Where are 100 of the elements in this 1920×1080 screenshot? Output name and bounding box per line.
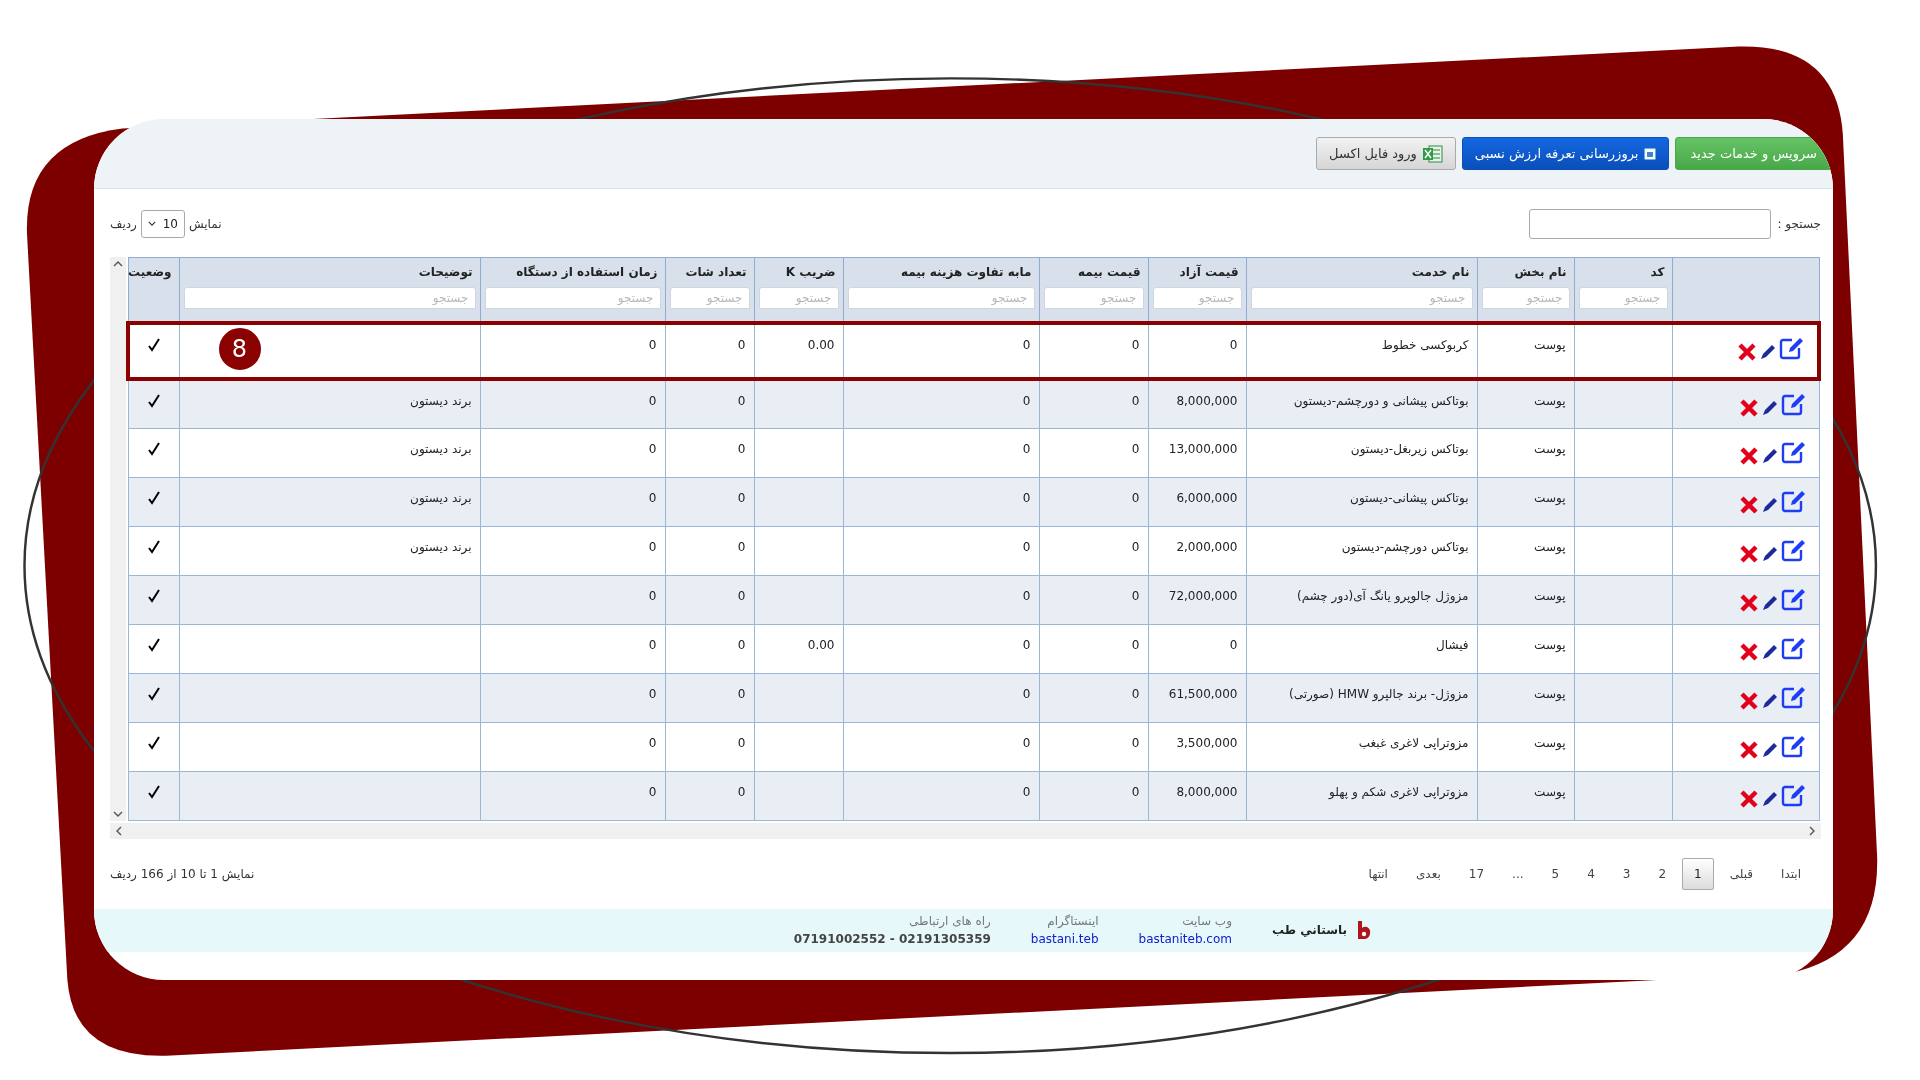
scroll-down-icon[interactable]: [113, 810, 123, 817]
delete-icon[interactable]: [1738, 494, 1759, 515]
edit-icon[interactable]: [1780, 635, 1807, 660]
page-link[interactable]: 2: [1646, 857, 1679, 890]
column-header[interactable]: نام بخش: [1481, 262, 1570, 279]
page-size-select[interactable]: 10: [140, 209, 185, 238]
table-cell: پوست: [1534, 490, 1566, 505]
table-cell: 0: [1131, 539, 1140, 554]
table-cell: 0: [648, 394, 657, 408]
caret-icon: [147, 221, 156, 226]
pencil-icon[interactable]: [1760, 344, 1776, 360]
pencil-icon[interactable]: [1761, 447, 1778, 464]
scroll-left-icon[interactable]: [116, 825, 122, 836]
delete-icon[interactable]: [1738, 739, 1759, 760]
column-filter-field[interactable]: جستجو: [1043, 287, 1144, 309]
edit-icon[interactable]: [1780, 782, 1807, 807]
column-filter-field[interactable]: جستجو: [1481, 287, 1570, 309]
edit-icon[interactable]: [1780, 586, 1807, 611]
delete-icon[interactable]: [1737, 342, 1757, 362]
table-cell: 0: [1131, 686, 1140, 701]
edit-icon[interactable]: [1780, 537, 1807, 562]
search-label: جستجو :: [1777, 216, 1821, 231]
page-link[interactable]: قبلی: [1717, 857, 1766, 890]
pencil-icon[interactable]: [1761, 496, 1778, 513]
pencil-icon[interactable]: [1761, 643, 1778, 660]
pencil-icon[interactable]: [1761, 790, 1778, 807]
pencil-icon[interactable]: [1761, 545, 1778, 562]
footer-link[interactable]: bastani.teb: [1030, 932, 1099, 946]
excel-import-button[interactable]: ورود فایل اکسل: [1316, 137, 1456, 170]
column-header[interactable]: نام خدمت: [1250, 262, 1473, 279]
pencil-icon[interactable]: [1761, 400, 1778, 416]
column-filter-field[interactable]: جستجو: [1152, 287, 1242, 309]
page-link[interactable]: 1: [1682, 857, 1714, 890]
table-cell: 0: [1022, 490, 1031, 505]
vertical-scrollbar[interactable]: [110, 257, 126, 821]
column-filter-field[interactable]: جستجو: [1578, 287, 1668, 309]
brand-name: باستاني طب: [1271, 923, 1347, 937]
column-header[interactable]: تعداد شات: [669, 262, 750, 279]
page-link[interactable]: انتها: [1356, 857, 1400, 890]
table-cell: پوست: [1534, 441, 1566, 456]
table-cell: 6,000,000: [1176, 490, 1238, 505]
page-link[interactable]: بعدی: [1403, 857, 1453, 890]
pencil-icon[interactable]: [1761, 594, 1778, 611]
delete-icon[interactable]: [1738, 543, 1759, 564]
spreadsheet-icon: [1422, 144, 1443, 163]
page-link[interactable]: ...: [1500, 857, 1536, 890]
column-header[interactable]: مابه تفاوت هزینه بیمه: [847, 262, 1035, 279]
table-cell: مزوژل- برند جالپرو HMW (صورتی): [1289, 686, 1469, 701]
page-size-label: نمایش: [188, 216, 222, 231]
pencil-icon[interactable]: [1761, 741, 1778, 758]
page-link[interactable]: 4: [1575, 857, 1607, 890]
delete-icon[interactable]: [1738, 445, 1759, 466]
pencil-icon[interactable]: [1761, 692, 1778, 709]
column-header[interactable]: قیمت بیمه: [1043, 262, 1144, 279]
delete-icon[interactable]: [1738, 592, 1759, 613]
table-cell: 0: [1022, 441, 1031, 456]
column-header[interactable]: قیمت آزاد: [1152, 262, 1242, 279]
table-icon: [1644, 147, 1657, 160]
table-cell: برند دیستون: [410, 441, 472, 456]
column-header[interactable]: توضیحات: [183, 262, 476, 279]
delete-icon[interactable]: [1738, 641, 1759, 662]
page-link[interactable]: 17: [1456, 857, 1497, 890]
delete-icon[interactable]: [1738, 788, 1759, 809]
table-cell: 0: [1131, 637, 1140, 652]
table-cell: 3,500,000: [1176, 735, 1238, 750]
column-header[interactable]: ضریب K: [758, 262, 839, 279]
table-cell: پوست: [1534, 784, 1566, 799]
edit-icon[interactable]: [1780, 684, 1807, 709]
footer-link[interactable]: bastaniteb.com: [1138, 932, 1232, 946]
delete-icon[interactable]: [1738, 690, 1759, 711]
column-header[interactable]: کد: [1578, 262, 1668, 279]
edit-icon[interactable]: [1780, 488, 1807, 513]
table-cell: 0: [737, 338, 746, 352]
edit-icon[interactable]: [1780, 392, 1807, 416]
page-link[interactable]: ابتدا: [1769, 857, 1813, 890]
column-filter-field[interactable]: جستجو: [183, 287, 476, 309]
page-link[interactable]: 5: [1539, 857, 1572, 890]
column-filter-field[interactable]: جستجو: [669, 287, 750, 309]
phone-numbers: 07191002552 - 02191305359: [793, 932, 991, 946]
column-filter-field[interactable]: جستجو: [847, 287, 1035, 309]
scroll-up-icon[interactable]: [113, 261, 123, 267]
edit-icon[interactable]: [1779, 336, 1805, 360]
table-cell: بوتاکس زیربغل-دیستون: [1350, 441, 1469, 456]
page-link[interactable]: 3: [1610, 857, 1643, 890]
table-cell: 0: [1229, 338, 1238, 352]
scroll-right-icon[interactable]: [1809, 825, 1815, 836]
edit-icon[interactable]: [1780, 733, 1807, 758]
column-header[interactable]: زمان استفاده از دستگاه: [484, 262, 661, 279]
table-cell: 0: [737, 637, 746, 652]
update-tariff-button[interactable]: بروزرسانی تعرفه ارزش نسبی: [1461, 137, 1670, 170]
column-filter-field[interactable]: جستجو: [1250, 287, 1473, 309]
table-cell: 0: [1131, 490, 1140, 505]
search-field[interactable]: [1529, 208, 1772, 239]
delete-icon[interactable]: [1738, 398, 1759, 418]
column-filter-field[interactable]: جستجو: [758, 287, 839, 309]
table-cell: 0: [737, 539, 746, 554]
edit-icon[interactable]: [1780, 439, 1807, 464]
table-cell: 0: [1022, 588, 1031, 603]
column-filter-field[interactable]: جستجو: [484, 287, 661, 309]
horizontal-scrollbar[interactable]: [110, 822, 1821, 839]
